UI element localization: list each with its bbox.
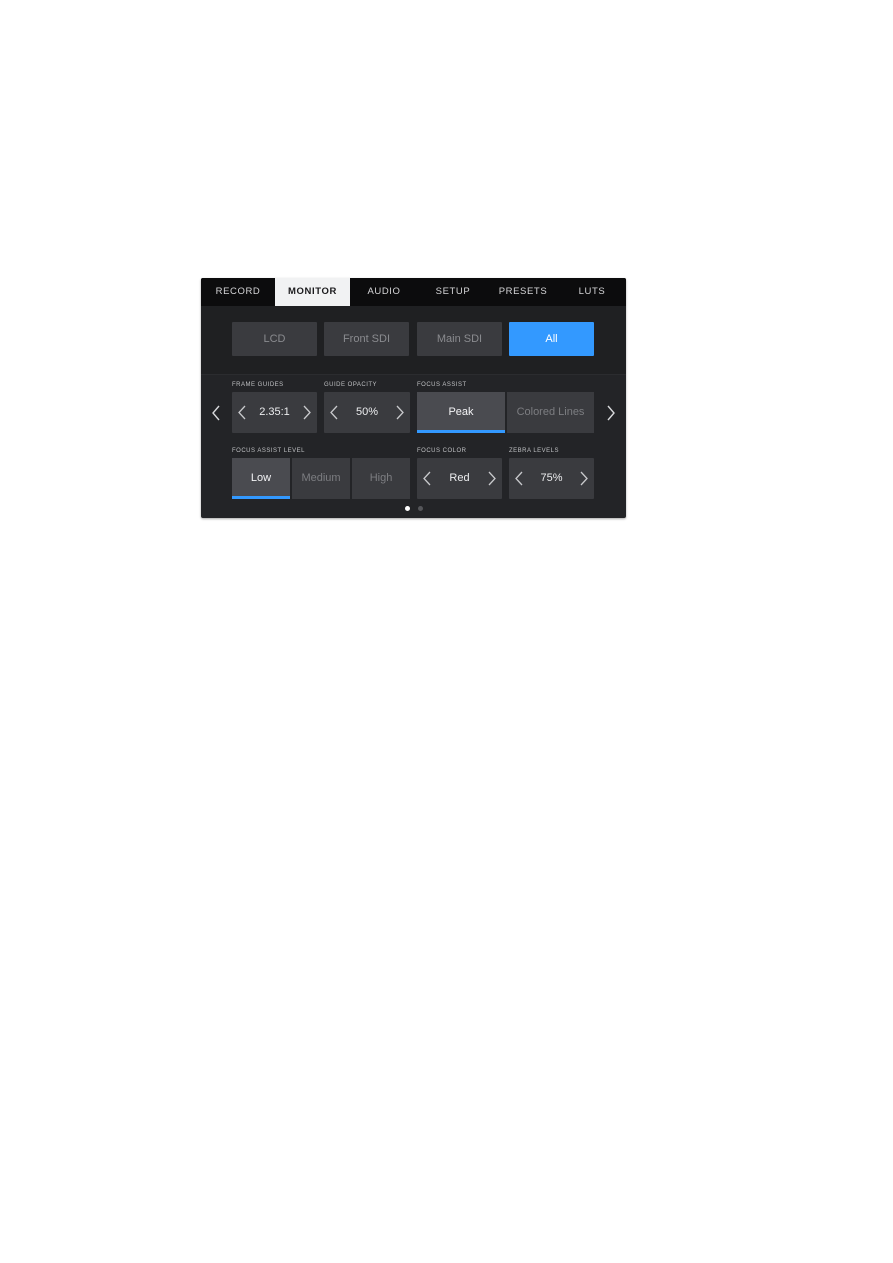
chevron-left-icon [515, 471, 523, 486]
focus-level-low-label: Low [250, 472, 272, 484]
section-divider [201, 374, 626, 375]
focus-level-low-option[interactable]: Low [232, 458, 290, 499]
zebra-levels-label: ZEBRA LEVELS [509, 448, 560, 454]
selected-indicator [417, 430, 505, 433]
chevron-left-icon [330, 405, 338, 420]
monitor-settings-panel: RECORD MONITOR AUDIO SETUP PRESETS LUTS … [201, 278, 626, 518]
tab-luts[interactable]: LUTS [558, 278, 626, 306]
next-page-button[interactable] [604, 403, 618, 423]
guide-opacity-increment[interactable] [393, 405, 407, 420]
frame-guides-increment[interactable] [300, 405, 314, 420]
focus-color-increment[interactable] [485, 471, 499, 486]
output-main-sdi-button[interactable]: Main SDI [417, 322, 502, 356]
tab-bar: RECORD MONITOR AUDIO SETUP PRESETS LUTS [201, 278, 626, 306]
output-all-button[interactable]: All [509, 322, 594, 356]
chevron-right-icon [580, 471, 588, 486]
focus-color-stepper: Red [417, 458, 502, 499]
page-indicator [405, 506, 423, 511]
page-dot-1[interactable] [405, 506, 410, 511]
focus-assist-peak-label: Peak [448, 406, 474, 418]
output-lcd-button[interactable]: LCD [232, 322, 317, 356]
focus-level-medium-label: Medium [301, 472, 341, 484]
tab-monitor[interactable]: MONITOR [275, 278, 350, 306]
chevron-left-icon [238, 405, 246, 420]
guide-opacity-label: GUIDE OPACITY [324, 382, 378, 388]
output-front-sdi-button[interactable]: Front SDI [324, 322, 409, 356]
focus-assist-label: FOCUS ASSIST [417, 382, 467, 388]
focus-color-decrement[interactable] [420, 471, 434, 486]
focus-level-medium-option[interactable]: Medium [292, 458, 350, 499]
tab-record[interactable]: RECORD [201, 278, 275, 306]
focus-assist-colored-lines-option[interactable]: Colored Lines [507, 392, 594, 433]
focus-assist-colored-lines-label: Colored Lines [516, 406, 585, 418]
prev-page-button[interactable] [209, 403, 223, 423]
page-dot-2[interactable] [418, 506, 423, 511]
frame-guides-stepper: 2.35:1 [232, 392, 317, 433]
chevron-right-icon [396, 405, 404, 420]
guide-opacity-stepper: 50% [324, 392, 410, 433]
output-selector: LCD Front SDI Main SDI All [201, 306, 626, 374]
focus-level-high-option[interactable]: High [352, 458, 410, 499]
chevron-left-icon [212, 405, 220, 421]
zebra-levels-decrement[interactable] [512, 471, 526, 486]
tab-setup[interactable]: SETUP [418, 278, 488, 306]
focus-assist-level-label: FOCUS ASSIST LEVEL [232, 448, 305, 454]
frame-guides-decrement[interactable] [235, 405, 249, 420]
frame-guides-label: FRAME GUIDES [232, 382, 284, 388]
zebra-levels-increment[interactable] [577, 471, 591, 486]
focus-level-high-label: High [369, 472, 393, 484]
chevron-right-icon [488, 471, 496, 486]
selected-indicator [232, 496, 290, 499]
chevron-right-icon [303, 405, 311, 420]
focus-color-label: FOCUS COLOR [417, 448, 467, 454]
guide-opacity-decrement[interactable] [327, 405, 341, 420]
chevron-right-icon [607, 405, 615, 421]
zebra-levels-stepper: 75% [509, 458, 594, 499]
tab-presets[interactable]: PRESETS [488, 278, 558, 306]
tab-audio[interactable]: AUDIO [350, 278, 418, 306]
chevron-left-icon [423, 471, 431, 486]
focus-assist-peak-option[interactable]: Peak [417, 392, 505, 433]
